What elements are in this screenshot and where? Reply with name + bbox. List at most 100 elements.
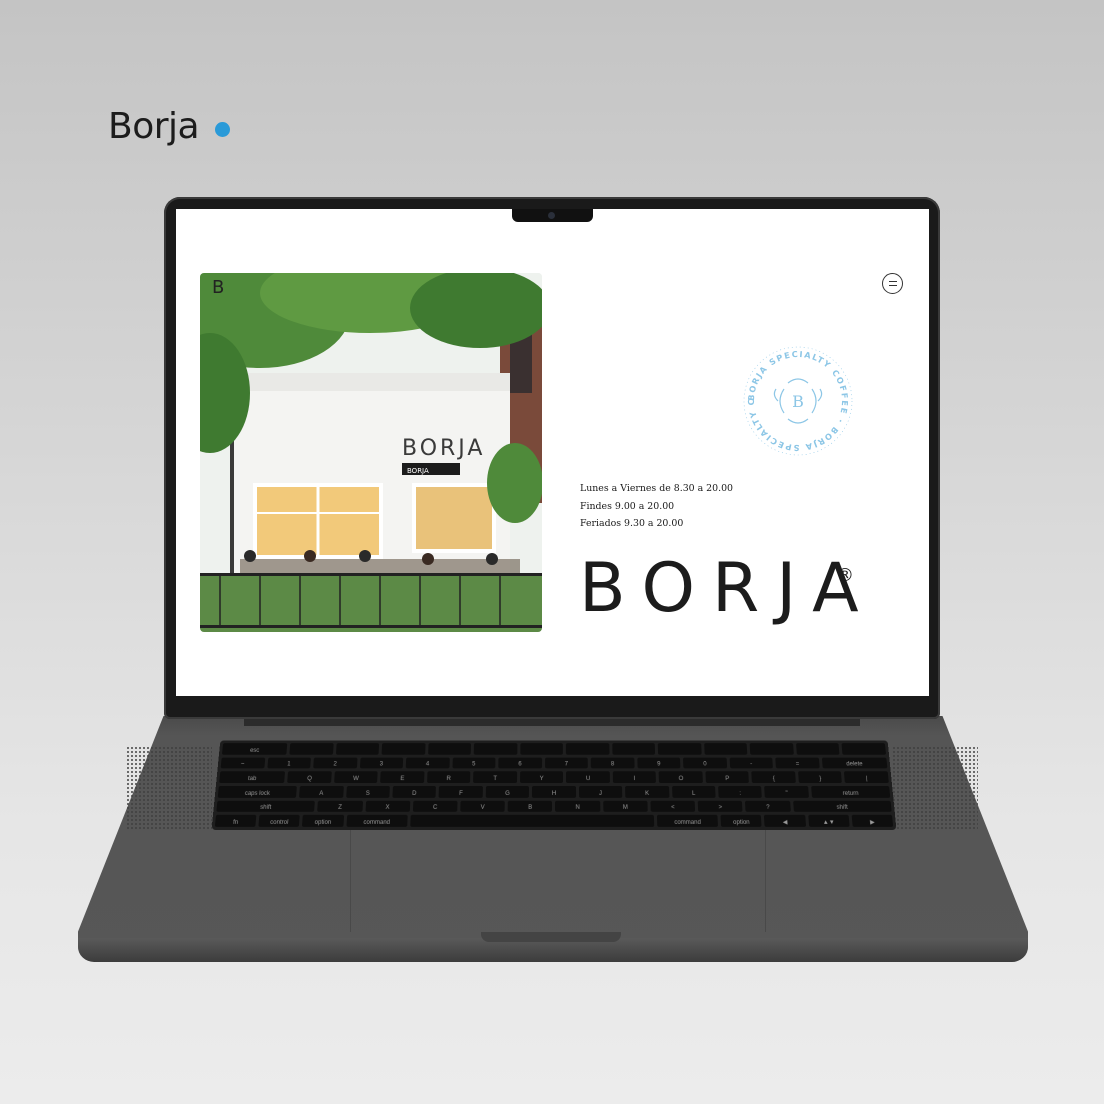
specialty-coffee-seal: BORJA SPECIALTY COFFEE · BORJA SPECIALTY… [740, 343, 853, 456]
key[interactable]: esc [221, 743, 288, 755]
option-key-right[interactable]: option [720, 815, 762, 827]
opening-hours: Lunes a Viernes de 8.30 a 20.00 Findes 9… [580, 480, 733, 533]
hamburger-icon-line [888, 285, 897, 286]
key[interactable]: 5 [452, 757, 496, 769]
key[interactable]: 6 [498, 757, 542, 769]
key[interactable] [566, 743, 610, 755]
control-key[interactable]: control [258, 815, 301, 827]
keyboard-row: caps lock A S D F G H J K L : " return [217, 785, 891, 798]
key[interactable]: R [426, 771, 471, 784]
key[interactable]: 7 [544, 757, 588, 769]
tab-key[interactable]: tab [219, 771, 286, 784]
key[interactable] [704, 743, 748, 755]
key[interactable]: | [844, 771, 889, 784]
power-key[interactable] [841, 743, 887, 755]
key[interactable]: " [764, 785, 809, 798]
key[interactable]: ~ [220, 757, 265, 769]
key[interactable] [795, 743, 840, 755]
key[interactable]: D [392, 785, 437, 798]
key[interactable]: Y [519, 771, 564, 784]
key[interactable] [658, 743, 702, 755]
key[interactable]: < [650, 800, 696, 813]
key[interactable] [427, 743, 472, 755]
brand-title-text: Borja [108, 106, 200, 147]
accent-dot [215, 122, 231, 137]
key[interactable]: 8 [590, 757, 635, 769]
shift-key-left[interactable]: shift [216, 800, 316, 813]
camera-icon [548, 212, 555, 219]
arrow-left-key[interactable]: ◀ [764, 815, 806, 827]
key[interactable]: : [718, 785, 763, 798]
command-key-left[interactable]: command [346, 815, 408, 827]
camera-notch [512, 209, 593, 222]
delete-key[interactable]: delete [821, 757, 888, 769]
key[interactable]: N [555, 800, 601, 813]
key[interactable]: F [438, 785, 483, 798]
key[interactable]: 4 [405, 757, 450, 769]
key[interactable]: U [566, 771, 610, 784]
key[interactable]: Z [317, 800, 363, 813]
trackpad[interactable] [350, 828, 766, 932]
key[interactable]: > [697, 800, 743, 813]
key[interactable] [520, 743, 564, 755]
key[interactable]: I [612, 771, 657, 784]
key[interactable]: V [460, 800, 506, 813]
command-key-right[interactable]: command [656, 815, 719, 827]
key[interactable] [612, 743, 656, 755]
key[interactable]: A [299, 785, 344, 798]
website-screen: BORJA BORJA B BORJA SPECIALTY COFFEE · B… [176, 209, 929, 696]
key[interactable]: ? [745, 800, 791, 813]
hours-weekdays: Lunes a Viernes de 8.30 a 20.00 [580, 483, 734, 494]
key[interactable]: K [625, 785, 669, 798]
key[interactable] [474, 743, 518, 755]
storefront-sign-small: BORJA [407, 467, 429, 475]
storefront-photo: BORJA BORJA B [200, 273, 542, 632]
key[interactable]: - [729, 757, 774, 769]
key[interactable]: H [532, 785, 576, 798]
key[interactable]: O [659, 771, 703, 784]
key[interactable]: S [345, 785, 390, 798]
seal-center-letter: B [792, 392, 804, 411]
key[interactable]: { [751, 771, 796, 784]
key[interactable]: E [380, 771, 425, 784]
key[interactable] [289, 743, 334, 755]
key[interactable]: T [473, 771, 518, 784]
key[interactable]: L [671, 785, 716, 798]
key[interactable]: C [412, 800, 458, 813]
key[interactable]: J [578, 785, 623, 798]
key[interactable]: P [705, 771, 750, 784]
key[interactable]: } [798, 771, 843, 784]
key[interactable]: G [485, 785, 530, 798]
arrow-right-key[interactable]: ▶ [851, 815, 894, 827]
key[interactable]: 9 [636, 757, 681, 769]
key[interactable]: 1 [266, 757, 311, 769]
key[interactable]: = [775, 757, 820, 769]
borja-wordmark: BORJA [579, 549, 876, 628]
key[interactable]: M [602, 800, 648, 813]
key[interactable] [335, 743, 380, 755]
hamburger-menu-button[interactable] [882, 273, 903, 294]
key[interactable] [381, 743, 426, 755]
keyboard: esc ~ 1 2 3 4 5 6 7 8 9 0 - = delete tab… [211, 740, 897, 830]
option-key-left[interactable]: option [302, 815, 344, 827]
key[interactable]: 0 [683, 757, 727, 769]
key[interactable] [750, 743, 794, 755]
key[interactable]: W [333, 771, 378, 784]
key[interactable]: 3 [359, 757, 404, 769]
fn-key[interactable]: fn [214, 815, 257, 827]
hours-weekends: Findes 9.00 a 20.00 [580, 500, 675, 512]
caps-lock-key[interactable]: caps lock [217, 785, 298, 798]
storefront-sign: BORJA [402, 436, 485, 461]
registered-mark: ® [836, 565, 854, 586]
spacebar[interactable] [410, 815, 655, 827]
key[interactable]: B [507, 800, 553, 813]
shift-key-right[interactable]: shift [792, 800, 892, 813]
key[interactable]: 2 [313, 757, 358, 769]
return-key[interactable]: return [810, 785, 891, 798]
key[interactable]: Q [287, 771, 332, 784]
arrow-up-down-keys[interactable]: ▲▼ [807, 815, 850, 827]
brand-header: Borja [108, 106, 231, 147]
keyboard-row: fn control option command command option… [214, 815, 894, 827]
key[interactable]: X [365, 800, 411, 813]
laptop-opening-notch [481, 932, 621, 942]
